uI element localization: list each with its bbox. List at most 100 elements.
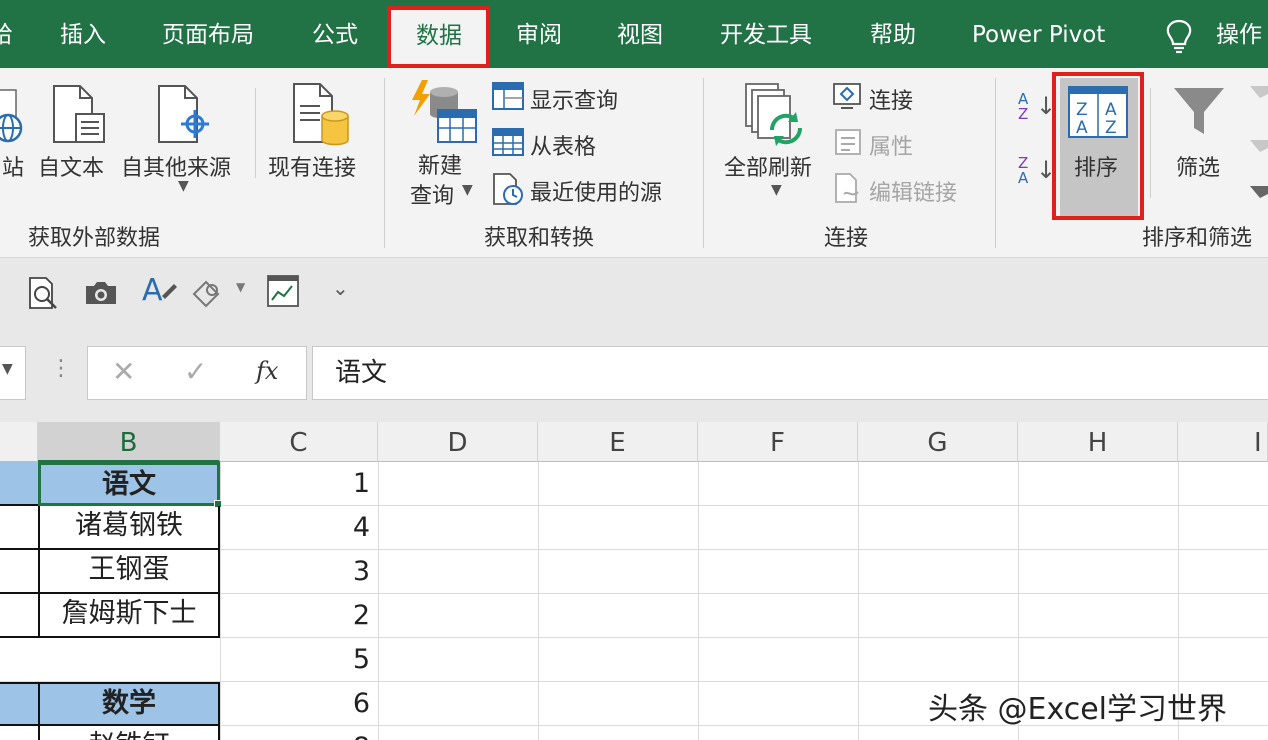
cell-b2[interactable]: 诸葛钢铁 bbox=[38, 506, 220, 550]
separator bbox=[995, 78, 996, 248]
cell-c7[interactable]: 8 bbox=[220, 726, 378, 740]
insert-function-icon[interactable]: fx bbox=[256, 357, 278, 385]
highlight-sort-button bbox=[1052, 72, 1144, 220]
column-header-c[interactable]: C bbox=[220, 422, 378, 462]
cell-c6[interactable]: 6 bbox=[220, 682, 378, 726]
new-query-label-2[interactable]: 查询 bbox=[410, 178, 454, 210]
column-header-i[interactable]: I bbox=[1178, 422, 1268, 462]
ribbon-tab-bar: 给 插入 页面布局 公式 数据 审阅 视图 开发工具 帮助 Power Pivo… bbox=[0, 0, 1268, 68]
group-label-sort-filter: 排序和筛选 bbox=[1142, 226, 1253, 251]
gridline bbox=[538, 462, 539, 740]
lightbulb-icon[interactable] bbox=[1163, 18, 1195, 54]
tab-insert[interactable]: 插入 bbox=[60, 0, 106, 68]
cell-a2[interactable] bbox=[0, 506, 38, 550]
recent-sources-icon bbox=[493, 173, 523, 205]
separator bbox=[703, 78, 704, 248]
edit-links-button: 编辑链接 bbox=[869, 181, 958, 206]
cancel-icon[interactable]: ✕ bbox=[112, 355, 135, 388]
cell-c3[interactable]: 3 bbox=[220, 550, 378, 594]
cell-a4[interactable] bbox=[0, 594, 38, 638]
group-label-external-data: 获取外部数据 bbox=[28, 226, 161, 251]
chevron-down-icon: ▼ bbox=[2, 361, 13, 377]
cell-c5[interactable]: 5 bbox=[220, 638, 378, 682]
connections-button[interactable]: 连接 bbox=[869, 83, 913, 115]
camera-icon[interactable] bbox=[84, 280, 118, 306]
group-label-connections: 连接 bbox=[824, 226, 869, 251]
tab-power-pivot[interactable]: Power Pivot bbox=[972, 0, 1105, 68]
filter-options-icon[interactable] bbox=[1246, 82, 1268, 212]
tab-page-layout[interactable]: 页面布局 bbox=[162, 0, 254, 68]
formula-bar: ▼ ⋮ ✕ ✓ fx 语文 bbox=[0, 330, 1268, 422]
column-header-h[interactable]: H bbox=[1018, 422, 1178, 462]
chevron-down-icon[interactable]: ▼ bbox=[236, 280, 245, 294]
from-table-icon bbox=[492, 128, 524, 156]
refresh-all-button[interactable]: 全部刷新 bbox=[724, 150, 812, 182]
cell-b4[interactable]: 詹姆斯下士 bbox=[38, 594, 220, 638]
cell-b1-selected[interactable]: 语文 bbox=[38, 462, 220, 506]
tab-view[interactable]: 视图 bbox=[617, 0, 663, 68]
properties-icon bbox=[835, 129, 861, 155]
chevron-down-icon: ▼ bbox=[178, 178, 189, 194]
sort-descending-button[interactable]: ZA bbox=[1018, 156, 1028, 186]
name-box[interactable]: ▼ bbox=[0, 346, 26, 400]
filter-funnel-icon bbox=[1174, 88, 1224, 134]
formula-input[interactable]: 语文 bbox=[312, 346, 1268, 400]
shape-fill-icon[interactable] bbox=[190, 276, 224, 310]
separator bbox=[384, 78, 385, 248]
cell-c1[interactable]: 1 bbox=[220, 462, 378, 506]
column-header-a[interactable] bbox=[0, 422, 38, 462]
tab-home-partial[interactable]: 给 bbox=[0, 0, 13, 68]
customize-toolbar-icon[interactable]: ⌄ bbox=[332, 276, 349, 300]
cell-c4[interactable]: 2 bbox=[220, 594, 378, 638]
tab-help[interactable]: 帮助 bbox=[870, 0, 916, 68]
tab-formulas[interactable]: 公式 bbox=[312, 0, 358, 68]
cell-a1[interactable] bbox=[0, 462, 38, 506]
from-web-button[interactable]: 站 bbox=[2, 150, 24, 182]
cell-c2[interactable]: 4 bbox=[220, 506, 378, 550]
tab-tell-me[interactable]: 操作 bbox=[1216, 0, 1262, 68]
existing-connections-button[interactable]: 现有连接 bbox=[268, 150, 356, 182]
show-queries-button[interactable]: 显示查询 bbox=[530, 83, 618, 115]
gridline bbox=[378, 462, 379, 740]
cell-b5[interactable] bbox=[38, 638, 220, 682]
tab-developer[interactable]: 开发工具 bbox=[720, 0, 812, 68]
refresh-all-icon bbox=[745, 83, 803, 146]
column-header-b[interactable]: B bbox=[38, 422, 220, 462]
ribbon: 站 自文本 自其他来源 ▼ 现有连接 获取外部数据 新建 查询 ▼ 显示查询 从… bbox=[0, 68, 1268, 258]
sort-ascending-button[interactable]: AZ bbox=[1018, 92, 1028, 122]
column-header-e[interactable]: E bbox=[538, 422, 698, 462]
recent-sources-button[interactable]: 最近使用的源 bbox=[530, 175, 662, 207]
enter-check-icon[interactable]: ✓ bbox=[184, 355, 207, 388]
watermark: 头条 @Excel学习世界 bbox=[928, 692, 1228, 727]
cell-a3[interactable] bbox=[0, 550, 38, 594]
text-file-icon bbox=[53, 85, 105, 143]
new-query-icon bbox=[412, 80, 477, 143]
chevron-down-icon: ▼ bbox=[771, 182, 782, 198]
tab-review[interactable]: 审阅 bbox=[516, 0, 562, 68]
from-other-sources-button[interactable]: 自其他来源 bbox=[121, 150, 231, 182]
quick-access-toolbar: A ▼ ⌄ bbox=[0, 258, 1268, 330]
more-options-icon[interactable]: ⋮ bbox=[50, 356, 72, 381]
worksheet-grid[interactable]: B C D E F G H I 语文 诸葛钢铁 王钢蛋 詹姆斯下士 数学 赵铁钉… bbox=[0, 422, 1268, 740]
column-header-g[interactable]: G bbox=[858, 422, 1018, 462]
other-sources-icon bbox=[158, 85, 209, 143]
column-header-f[interactable]: F bbox=[698, 422, 858, 462]
from-text-button[interactable]: 自文本 bbox=[38, 150, 104, 182]
cell-a6[interactable] bbox=[0, 682, 38, 726]
connections-icon bbox=[833, 83, 861, 109]
separator bbox=[1150, 88, 1151, 198]
svg-text:A: A bbox=[142, 273, 163, 308]
text-style-icon[interactable]: A bbox=[142, 272, 178, 310]
print-preview-icon[interactable] bbox=[28, 276, 58, 310]
chart-icon[interactable] bbox=[266, 274, 300, 308]
column-header-d[interactable]: D bbox=[378, 422, 538, 462]
cell-b3[interactable]: 王钢蛋 bbox=[38, 550, 220, 594]
new-query-label-1[interactable]: 新建 bbox=[418, 148, 462, 180]
cell-b6[interactable]: 数学 bbox=[38, 682, 220, 726]
gridline bbox=[698, 462, 699, 740]
filter-button[interactable]: 筛选 bbox=[1176, 150, 1220, 182]
from-table-button[interactable]: 从表格 bbox=[530, 129, 596, 161]
cell-b7[interactable]: 赵铁钉 bbox=[38, 726, 220, 740]
separator bbox=[255, 88, 256, 178]
chevron-down-icon: ▼ bbox=[462, 182, 473, 198]
